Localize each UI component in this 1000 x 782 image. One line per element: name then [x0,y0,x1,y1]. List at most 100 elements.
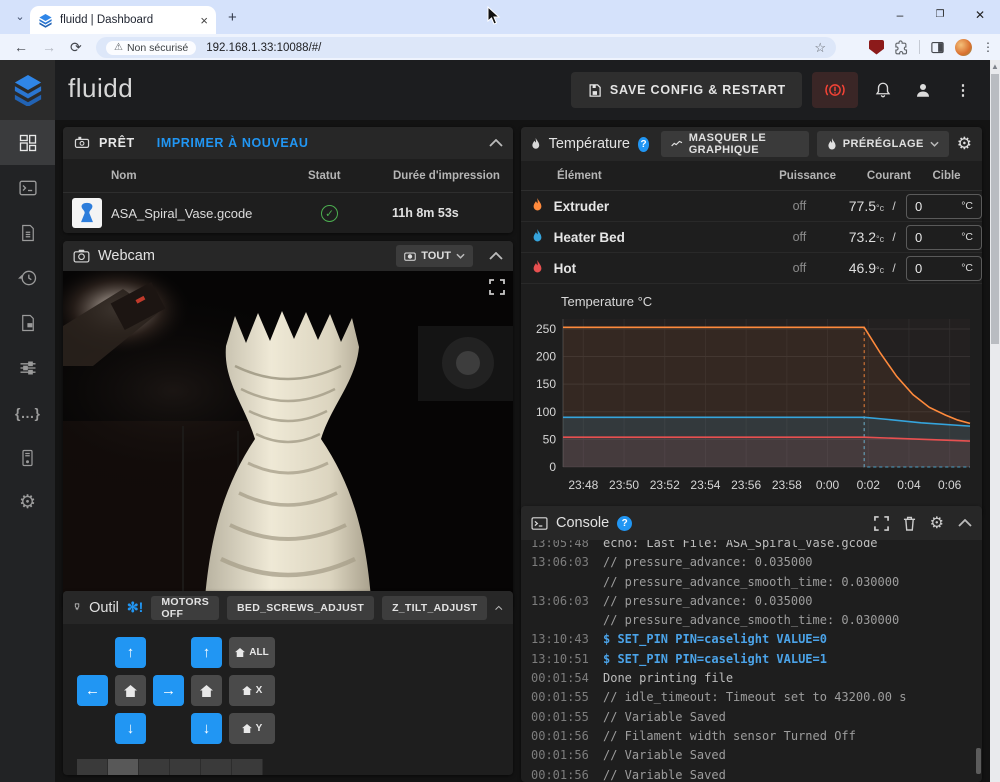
collapse-chevron-icon[interactable] [489,252,503,260]
help-icon[interactable]: ? [638,137,649,152]
movement-pad: ↑ ↑ ALL ← → X ↓ ↓ Y [63,624,513,744]
temp-settings-gear-icon[interactable]: ⚙ [957,134,972,154]
tab-search-button[interactable]: ⌄ [10,7,30,27]
fluidd-logo[interactable] [0,60,55,120]
z-tilt-adjust-button[interactable]: Z_TILT_ADJUST [382,596,487,620]
move-y-minus-button[interactable]: ↓ [115,713,146,744]
security-label: Non sécurisé [127,42,188,54]
address-bar[interactable]: ⚠ Non sécurisé 192.168.1.33:10088/#/ ☆ [96,37,836,58]
forward-icon[interactable]: → [42,39,56,55]
fan-alert-indicator[interactable]: ✻! [127,599,143,616]
move-z-minus-button[interactable]: ↓ [191,713,222,744]
flame-small-icon [827,138,837,151]
bed-screws-adjust-button[interactable]: BED_SCREWS_ADJUST [227,596,374,620]
svg-text:23:48: 23:48 [568,478,598,492]
move-z-plus-button[interactable]: ↑ [191,637,222,668]
reprint-link[interactable]: IMPRIMER À NOUVEAU [157,136,309,150]
page-scrollbar-thumb[interactable] [991,74,999,344]
console-line: // pressure_advance_smooth_time: 0.03000… [531,573,974,592]
home-x-button[interactable]: X [229,675,275,706]
ublock-extension-icon[interactable] [869,40,884,55]
printer-status-icon [73,135,91,151]
home-z-button[interactable] [191,675,222,706]
motors-off-button[interactable]: MOTORS OFF [151,596,219,620]
console-icon [531,516,548,531]
move-y-plus-button[interactable]: ↑ [115,637,146,668]
svg-text:100: 100 [536,405,556,419]
window-close-button[interactable]: ✕ [960,0,1000,30]
browser-tab[interactable]: fluidd | Dashboard × [30,6,216,34]
sidebar-item-configuration-files[interactable] [0,300,55,345]
window-minimize-button[interactable]: – [880,0,920,30]
preset-dropdown[interactable]: PRÉRÉGLAGE [817,131,949,157]
temperature-plot[interactable]: 23:4823:5023:5223:5423:5623:580:000:020:… [527,309,976,509]
extruder-target-input[interactable]: °C [906,194,982,219]
tool-panel: Outil ✻! MOTORS OFF BED_SCREWS_ADJUST Z_… [63,591,513,775]
sidebar-item-console[interactable] [0,165,55,210]
user-account-icon[interactable] [908,72,938,108]
sidebar-item-macros[interactable]: {…} [0,390,55,435]
console-log[interactable]: 13:05:48echo: Last File: ASA_Spiral_Vase… [521,540,982,782]
heater-row-extruder[interactable]: Extruder off 77.5°c / °C [521,191,982,222]
tab-close-icon[interactable]: × [200,14,208,27]
fluidd-favicon [38,13,53,28]
trash-icon[interactable] [903,516,916,531]
security-chip[interactable]: ⚠ Non sécurisé [106,41,196,55]
sidebar-item-dashboard[interactable] [0,120,55,165]
console-line: 00:01:56// Filament width sensor Turned … [531,727,974,746]
webcam-stream[interactable]: Default fps: 12 [63,271,513,611]
fullscreen-icon[interactable] [489,279,505,295]
back-icon[interactable]: ← [14,39,28,55]
app-menu-dots-icon[interactable]: ⋮ [948,72,978,108]
home-y-button[interactable]: Y [229,713,275,744]
nozzle-icon [73,599,81,616]
sidebar-item-history[interactable] [0,255,55,300]
window-restore-button[interactable]: ❐ [920,0,960,30]
sidebar-item-system[interactable] [0,435,55,480]
side-panel-icon[interactable] [930,40,945,55]
page-scrollbar[interactable]: ▲ [990,60,1000,782]
scrollbar-up-arrow[interactable]: ▲ [991,62,999,71]
collapse-chevron-icon[interactable] [958,519,972,527]
home-icon [200,685,213,697]
flame-icon [521,198,554,215]
heaters-table-header: Élément Puissance Courant Cible [521,161,982,191]
browser-menu-icon[interactable]: ⋮ [982,40,994,54]
extensions-puzzle-icon[interactable] [894,40,909,55]
move-x-minus-button[interactable]: ← [77,675,108,706]
svg-text:250: 250 [536,322,556,336]
hot-target-input[interactable]: °C [906,256,982,281]
job-row[interactable]: ASA_Spiral_Vase.gcode ✓ 11h 8m 53s [63,193,513,233]
collapse-chevron-icon[interactable] [495,604,503,612]
collapse-chevron-icon[interactable] [489,139,503,147]
sidebar-item-gcode-files[interactable] [0,210,55,255]
sidebar-item-settings[interactable]: ⚙ [0,480,55,525]
bed-target-input[interactable]: °C [906,225,982,250]
emergency-stop-button[interactable] [812,72,858,108]
console-settings-gear-icon[interactable]: ⚙ [930,513,944,533]
bookmark-star-icon[interactable]: ☆ [814,40,826,56]
home-xy-button[interactable] [115,675,146,706]
chevron-down-icon [930,141,939,147]
home-all-button[interactable]: ALL [229,637,275,668]
reload-icon[interactable]: ⟳ [70,39,82,56]
console-fullscreen-icon[interactable] [874,516,889,531]
webcam-filter-dropdown[interactable]: TOUT [396,245,473,267]
profile-avatar[interactable] [955,39,972,56]
move-step-buttons[interactable] [77,759,263,775]
heater-row-bed[interactable]: Heater Bed off 73.2°c / °C [521,222,982,253]
help-icon[interactable]: ? [617,516,632,531]
move-x-plus-button[interactable]: → [153,675,184,706]
hide-graph-button[interactable]: MASQUER LE GRAPHIQUE [661,131,809,157]
console-line: 00:01:55// Variable Saved [531,708,974,727]
sidebar-item-tune[interactable] [0,345,55,390]
console-line: 13:06:03// pressure_advance: 0.035000 [531,553,974,572]
notifications-bell-icon[interactable] [868,72,898,108]
heater-row-hot[interactable]: Hot off 46.9°c / °C [521,253,982,284]
svg-text:0:02: 0:02 [857,478,881,492]
new-tab-button[interactable]: + [228,9,237,26]
save-icon [587,83,602,98]
console-scrollbar-thumb[interactable] [976,748,981,774]
save-config-restart-button[interactable]: SAVE CONFIG & RESTART [571,72,802,108]
browser-tab-strip: ⌄ fluidd | Dashboard × + – ❐ ✕ [0,0,1000,34]
